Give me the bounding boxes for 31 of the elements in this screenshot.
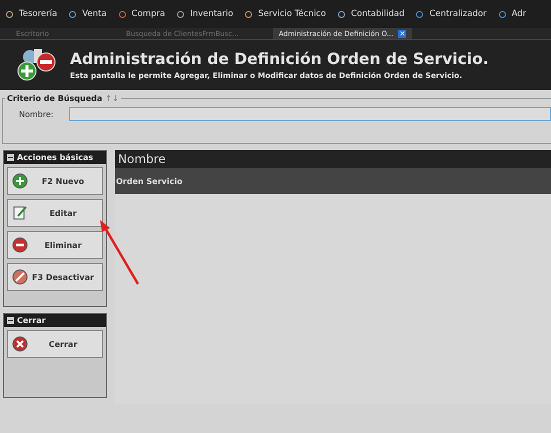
menu-item[interactable]: Compra <box>118 9 166 19</box>
action-button[interactable]: Cerrar <box>7 330 103 358</box>
action-button[interactable]: F2 Nuevo <box>7 167 103 195</box>
action-button[interactable]: Eliminar <box>7 231 103 259</box>
edit-icon <box>12 205 28 221</box>
column-header[interactable]: Nombre <box>118 152 166 166</box>
menu-item[interactable]: Adr <box>498 9 526 19</box>
menu-item[interactable]: Tesorería <box>6 9 58 19</box>
table-row[interactable]: Orden Servicio <box>115 168 551 194</box>
deactivate-icon <box>12 269 28 285</box>
menu-item[interactable]: Centralizador <box>416 9 487 19</box>
menu-item[interactable]: Venta <box>69 9 107 19</box>
delete-icon <box>12 237 28 253</box>
app-logo-icon <box>16 47 58 83</box>
menu-item[interactable]: Contabilidad <box>338 9 404 19</box>
collapse-icon[interactable] <box>7 317 14 324</box>
close-icon <box>12 336 28 352</box>
menu-item[interactable]: Servicio Técnico <box>245 9 326 19</box>
panel-title: Cerrar <box>17 316 46 325</box>
table-cell: Orden Servicio <box>116 176 182 186</box>
collapse-icon[interactable] <box>7 154 14 161</box>
page-title: Administración de Definición Orden de Servicio. <box>70 50 489 68</box>
panel-title: Acciones básicas <box>17 153 94 162</box>
add-icon <box>12 173 28 189</box>
menu-item[interactable]: Inventario <box>177 9 234 19</box>
field-label: Nombre: <box>19 110 54 118</box>
action-button[interactable]: Editar <box>7 199 103 227</box>
annotation-arrow <box>98 220 140 286</box>
name-input-field[interactable] <box>69 107 551 121</box>
action-button[interactable]: F3 Desactivar <box>7 263 103 291</box>
section-title: Criterio de Búsqueda <box>7 94 102 103</box>
